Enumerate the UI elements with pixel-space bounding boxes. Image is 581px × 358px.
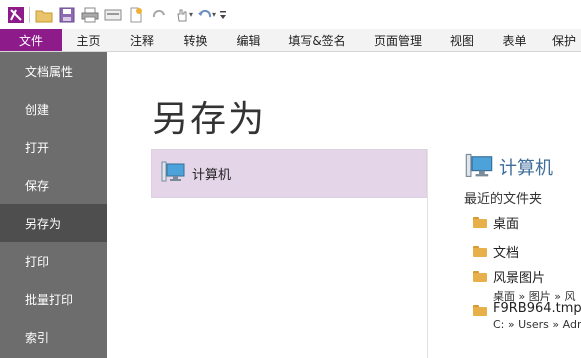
- tab-form[interactable]: 表单: [487, 29, 542, 51]
- ribbon-tabs: 文件 主页 注释 转换 编辑 填写&签名 页面管理 视图 表单 保护: [0, 29, 581, 52]
- sidebar-item-index[interactable]: 索引: [0, 318, 107, 356]
- folder-name: 桌面: [493, 217, 520, 232]
- recent-folder-item[interactable]: 桌面: [464, 208, 581, 237]
- folder-name: F9RB964.tmp: [493, 301, 581, 316]
- folder-name: 风景图片: [493, 271, 546, 286]
- tab-protect[interactable]: 保护: [542, 29, 581, 51]
- tab-fill-sign[interactable]: 填写&签名: [275, 29, 359, 51]
- tab-page-management[interactable]: 页面管理: [359, 29, 437, 51]
- customize-icon[interactable]: [216, 4, 230, 26]
- folder-icon: [473, 246, 487, 257]
- folder-icon: [473, 305, 487, 316]
- redo-icon[interactable]: [147, 4, 170, 26]
- computer-icon: [464, 151, 494, 184]
- divider: [427, 149, 428, 358]
- quick-access-toolbar: ▾ ▾: [0, 0, 581, 29]
- sidebar-item-create[interactable]: 创建: [0, 90, 107, 128]
- recent-folder-item[interactable]: 文档: [464, 237, 581, 266]
- main-content: 另存为 计算机 计算机 最近的文件夹 桌面 文档 风景图片 桌面 » 图片 » …: [107, 52, 581, 358]
- folder-icon: [473, 217, 487, 228]
- computer-icon: [160, 159, 186, 188]
- place-item-computer[interactable]: 计算机: [151, 149, 427, 198]
- sidebar-item-save[interactable]: 保存: [0, 166, 107, 204]
- recent-folder-item[interactable]: 风景图片 桌面 » 图片 » 风: [464, 266, 581, 303]
- tab-convert[interactable]: 转换: [169, 29, 222, 51]
- app-logo-icon[interactable]: [4, 4, 27, 26]
- recent-folders-label: 最近的文件夹: [464, 192, 543, 207]
- page-title: 另存为: [152, 99, 267, 140]
- folder-path: C: » Users » Adr: [493, 318, 581, 331]
- backstage-sidebar: 文档属性 创建 打开 保存 另存为 打印 批量打印 索引: [0, 52, 107, 358]
- tab-comment[interactable]: 注释: [115, 29, 169, 51]
- tab-file[interactable]: 文件: [0, 29, 62, 51]
- scan-icon[interactable]: [101, 4, 124, 26]
- print-icon[interactable]: [78, 4, 101, 26]
- new-icon[interactable]: [124, 4, 147, 26]
- folder-icon: [473, 271, 487, 282]
- tab-view[interactable]: 视图: [437, 29, 487, 51]
- save-location-list: 计算机: [151, 149, 427, 198]
- sidebar-item-open[interactable]: 打开: [0, 128, 107, 166]
- folder-name: 文档: [493, 246, 520, 261]
- detail-header: 计算机: [464, 149, 581, 185]
- recent-folder-item[interactable]: F9RB964.tmp C: » Users » Adr: [464, 300, 581, 331]
- sidebar-item-save-as[interactable]: 另存为: [0, 204, 107, 242]
- tab-edit[interactable]: 编辑: [222, 29, 275, 51]
- toolbar-separator: [29, 6, 30, 23]
- sidebar-item-print[interactable]: 打印: [0, 242, 107, 280]
- computer-detail-panel: 计算机 最近的文件夹 桌面 文档 风景图片 桌面 » 图片 » 风 F9RB96…: [464, 149, 581, 331]
- sidebar-item-document-properties[interactable]: 文档属性: [0, 52, 107, 90]
- place-label: 计算机: [192, 168, 232, 183]
- save-icon[interactable]: [55, 4, 78, 26]
- open-folder-icon[interactable]: [32, 4, 55, 26]
- detail-heading: 计算机: [499, 158, 553, 179]
- sidebar-item-batch-print[interactable]: 批量打印: [0, 280, 107, 318]
- tab-home[interactable]: 主页: [62, 29, 115, 51]
